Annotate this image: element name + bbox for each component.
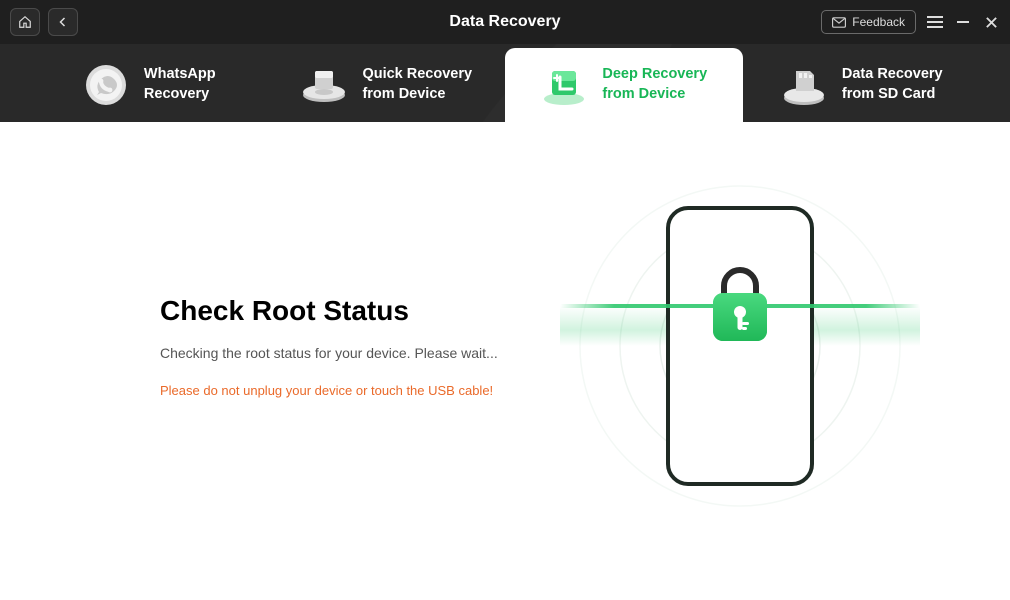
hamburger-icon — [927, 15, 943, 29]
tab-label-line2: from Device — [362, 85, 472, 105]
quick-recovery-icon — [300, 61, 348, 109]
tab-sd-card-recovery[interactable]: Data Recovery from SD Card — [743, 48, 981, 122]
sd-card-recovery-icon — [780, 61, 828, 109]
main-content: Check Root Status Checking the root stat… — [0, 122, 1010, 600]
chevron-left-icon — [57, 16, 69, 28]
illustration — [560, 166, 920, 526]
home-button[interactable] — [10, 8, 40, 36]
feedback-button[interactable]: Feedback — [821, 10, 916, 34]
back-button[interactable] — [48, 8, 78, 36]
whatsapp-recovery-icon — [82, 61, 130, 109]
close-icon — [985, 16, 998, 29]
tab-label-line2: Recovery — [144, 85, 216, 105]
page-subtext: Checking the root status for your device… — [160, 345, 500, 361]
tab-label-line2: from SD Card — [842, 85, 943, 105]
tabs-bar: WhatsApp Recovery Quick Recovery from De… — [0, 44, 1010, 122]
minimize-button[interactable] — [954, 13, 972, 31]
minimize-icon — [956, 15, 970, 29]
tab-label-line1: WhatsApp — [144, 65, 216, 85]
tab-deep-recovery[interactable]: Deep Recovery from Device — [505, 48, 743, 122]
close-button[interactable] — [982, 13, 1000, 31]
lock-icon — [710, 266, 770, 349]
tab-label-line1: Data Recovery — [842, 65, 943, 85]
deep-recovery-icon — [540, 61, 588, 109]
home-icon — [18, 15, 32, 29]
tab-label-line2: from Device — [602, 85, 707, 105]
menu-button[interactable] — [926, 13, 944, 31]
feedback-label: Feedback — [852, 15, 905, 29]
page-heading: Check Root Status — [160, 295, 500, 327]
tab-label-line1: Quick Recovery — [362, 65, 472, 85]
mail-icon — [832, 17, 846, 28]
page-warning: Please do not unplug your device or touc… — [160, 383, 500, 398]
tab-label-line1: Deep Recovery — [602, 65, 707, 85]
titlebar: Data Recovery Feedback — [0, 0, 1010, 44]
tab-quick-recovery[interactable]: Quick Recovery from Device — [268, 48, 506, 122]
tab-whatsapp-recovery[interactable]: WhatsApp Recovery — [30, 48, 268, 122]
